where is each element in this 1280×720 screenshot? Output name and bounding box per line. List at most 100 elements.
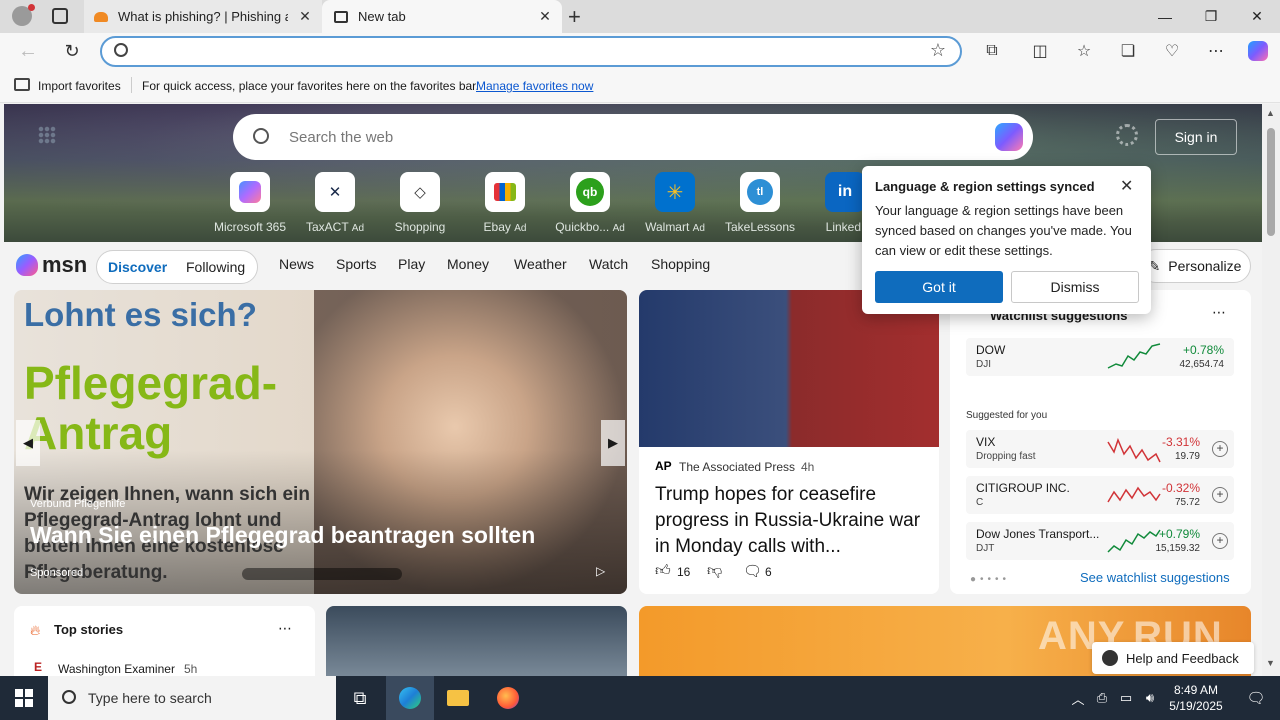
watchlist-pager-dots[interactable]: ●•••• bbox=[970, 574, 1010, 585]
news-card[interactable]: AP The Associated Press 4h Trump hopes f… bbox=[639, 290, 939, 594]
copilot-search-icon[interactable] bbox=[995, 123, 1023, 151]
tab-phishing[interactable]: What is phishing? | Phishing atta ✕ bbox=[84, 0, 322, 33]
copilot-icon[interactable] bbox=[1246, 39, 1270, 63]
carousel-prev-button[interactable]: ◀ bbox=[16, 420, 40, 466]
shortcut-label: Shopping bbox=[394, 220, 446, 234]
collections-icon[interactable]: ❏ bbox=[1116, 39, 1140, 63]
shortcut-shopping[interactable]: ◇ Shopping bbox=[378, 172, 462, 234]
scrollbar-thumb[interactable] bbox=[1267, 128, 1275, 236]
more-menu-icon[interactable]: ⋯ bbox=[1204, 39, 1228, 63]
vertical-scrollbar[interactable]: ▲ ▼ bbox=[1262, 104, 1280, 676]
favorites-divider bbox=[131, 77, 132, 93]
task-view-icon[interactable]: ⧉ bbox=[336, 676, 384, 720]
help-feedback-button[interactable]: Help and Feedback bbox=[1092, 642, 1254, 674]
msn-logo[interactable]: msn bbox=[16, 252, 87, 278]
nav-sports[interactable]: Sports bbox=[336, 256, 376, 272]
carousel-next-button[interactable]: ▶ bbox=[601, 420, 625, 466]
trading-photo-card[interactable] bbox=[326, 606, 627, 676]
network-icon[interactable]: ▭ bbox=[1114, 676, 1138, 720]
promo-title[interactable]: Wann Sie einen Pflegegrad beantragen sol… bbox=[30, 522, 535, 549]
carousel-dots[interactable] bbox=[242, 568, 402, 580]
tab-new-tab[interactable]: New tab ✕ bbox=[322, 0, 562, 33]
shortcut-takelessons[interactable]: tl TakeLessons bbox=[718, 172, 802, 234]
stock-value: 19.79 bbox=[1174, 451, 1200, 462]
firefox-icon[interactable] bbox=[484, 676, 532, 720]
nav-play[interactable]: Play bbox=[398, 256, 425, 272]
shortcut-walmart[interactable]: ✳ Walmart Ad bbox=[633, 172, 717, 234]
windows-taskbar: Type here to search ⧉ ︿ ⎙ ▭ 🔊︎ 8:49 AM 5… bbox=[0, 676, 1280, 720]
favorite-star-icon[interactable]: ☆ bbox=[930, 40, 946, 61]
stock-value: 75.72 bbox=[1174, 497, 1200, 508]
segment-discover[interactable]: Discover bbox=[108, 259, 167, 275]
tab-close-icon[interactable]: ✕ bbox=[298, 9, 312, 23]
fire-icon: 🔥︎ bbox=[30, 622, 41, 638]
shortcut-microsoft-365[interactable]: Microsoft 365 bbox=[208, 172, 292, 234]
taskbar-clock[interactable]: 8:49 AM 5/19/2025 bbox=[1164, 682, 1228, 714]
notifications-icon[interactable]: 🗨︎ bbox=[1232, 676, 1280, 720]
stock-row-vix[interactable]: VIX Dropping fast -3.31% 19.79 + bbox=[966, 430, 1234, 468]
dismiss-button[interactable]: Dismiss bbox=[1011, 271, 1139, 303]
extensions-icon[interactable]: ⧉ bbox=[980, 39, 1004, 63]
manage-favorites-link[interactable]: Manage favorites now bbox=[476, 79, 593, 93]
nav-money[interactable]: Money bbox=[447, 256, 489, 272]
browser-essentials-icon[interactable]: ♡ bbox=[1160, 39, 1184, 63]
scroll-up-arrow-icon[interactable]: ▲ bbox=[1266, 108, 1275, 118]
address-bar[interactable]: ☆ bbox=[100, 36, 962, 67]
tab-close-icon[interactable]: ✕ bbox=[538, 9, 552, 23]
nav-shopping[interactable]: Shopping bbox=[651, 256, 710, 272]
import-favorites-button[interactable]: Import favorites bbox=[38, 79, 121, 93]
personalize-label: Personalize bbox=[1168, 258, 1242, 274]
nav-watch[interactable]: Watch bbox=[589, 256, 628, 272]
ebay-bag-icon bbox=[485, 172, 525, 212]
got-it-button[interactable]: Got it bbox=[875, 271, 1003, 303]
add-to-watchlist-button[interactable]: + bbox=[1212, 533, 1228, 549]
restore-button[interactable]: ❐ bbox=[1188, 0, 1234, 33]
help-label: Help and Feedback bbox=[1126, 650, 1239, 666]
settings-gear-icon[interactable] bbox=[1116, 124, 1138, 146]
like-icon[interactable]: 👍︎ bbox=[655, 562, 671, 580]
apps-launcher-icon[interactable] bbox=[38, 126, 56, 144]
shortcut-taxact[interactable]: ✕ TaxACT Ad bbox=[293, 172, 377, 234]
dislike-icon[interactable]: 👎︎ bbox=[707, 562, 722, 580]
nav-weather[interactable]: Weather bbox=[514, 256, 567, 272]
favorites-icon[interactable]: ☆ bbox=[1072, 39, 1096, 63]
minimize-button[interactable]: — bbox=[1142, 0, 1188, 33]
shortcut-label: TakeLessons bbox=[724, 220, 796, 234]
tab-actions-icon[interactable] bbox=[52, 8, 68, 24]
scroll-down-arrow-icon[interactable]: ▼ bbox=[1266, 658, 1275, 668]
volume-icon[interactable]: 🔊︎ bbox=[1138, 676, 1162, 720]
comment-icon[interactable]: 🗨︎ bbox=[743, 562, 762, 580]
see-watchlist-link[interactable]: See watchlist suggestions bbox=[1080, 570, 1230, 585]
stock-row-citigroup[interactable]: CITIGROUP INC. C -0.32% 75.72 + bbox=[966, 476, 1234, 514]
shortcut-ebay[interactable]: Ebay Ad bbox=[463, 172, 547, 234]
nav-news[interactable]: News bbox=[279, 256, 314, 272]
add-to-watchlist-button[interactable]: + bbox=[1212, 441, 1228, 457]
ad-choices-icon[interactable]: ▷ bbox=[596, 564, 605, 578]
new-tab-plus-icon[interactable]: + bbox=[568, 4, 581, 30]
stock-row-djt[interactable]: Dow Jones Transport... DJT +0.79% 15,159… bbox=[966, 522, 1234, 560]
sign-in-button[interactable]: Sign in bbox=[1155, 119, 1237, 155]
segment-following[interactable]: Following bbox=[186, 259, 245, 275]
personalize-button[interactable]: ✎ Personalize bbox=[1139, 249, 1251, 283]
back-arrow-icon[interactable]: ← bbox=[16, 39, 40, 63]
import-favorites-icon[interactable] bbox=[14, 78, 30, 91]
sponsored-promo-card[interactable]: Lohnt es sich? Pflegegrad- Antrag Wir ze… bbox=[14, 290, 627, 594]
news-headline[interactable]: Trump hopes for ceasefire progress in Ru… bbox=[655, 482, 927, 560]
tray-device-icon[interactable]: ⎙ bbox=[1090, 676, 1114, 720]
shortcut-quickbooks[interactable]: qb Quickbo... Ad bbox=[548, 172, 632, 234]
web-search-box[interactable]: Search the web bbox=[233, 114, 1033, 160]
taskbar-search-box[interactable]: Type here to search bbox=[48, 676, 336, 720]
popup-close-icon[interactable]: ✕ bbox=[1120, 176, 1133, 196]
split-screen-icon[interactable]: ◫ bbox=[1028, 39, 1052, 63]
address-input[interactable] bbox=[138, 42, 918, 62]
refresh-icon[interactable]: ↻ bbox=[60, 39, 84, 63]
close-window-button[interactable]: ✕ bbox=[1234, 0, 1280, 33]
file-explorer-icon[interactable] bbox=[434, 676, 482, 720]
start-button[interactable] bbox=[0, 676, 48, 720]
stock-featured[interactable]: DOW DJI +0.78% 42,654.74 bbox=[966, 338, 1234, 376]
more-options-icon[interactable]: ⋯ bbox=[1212, 304, 1226, 321]
more-options-icon[interactable]: ⋯ bbox=[278, 620, 292, 637]
edge-taskbar-icon[interactable] bbox=[386, 676, 434, 720]
feed-segment-control: Discover Following bbox=[96, 250, 258, 284]
add-to-watchlist-button[interactable]: + bbox=[1212, 487, 1228, 503]
